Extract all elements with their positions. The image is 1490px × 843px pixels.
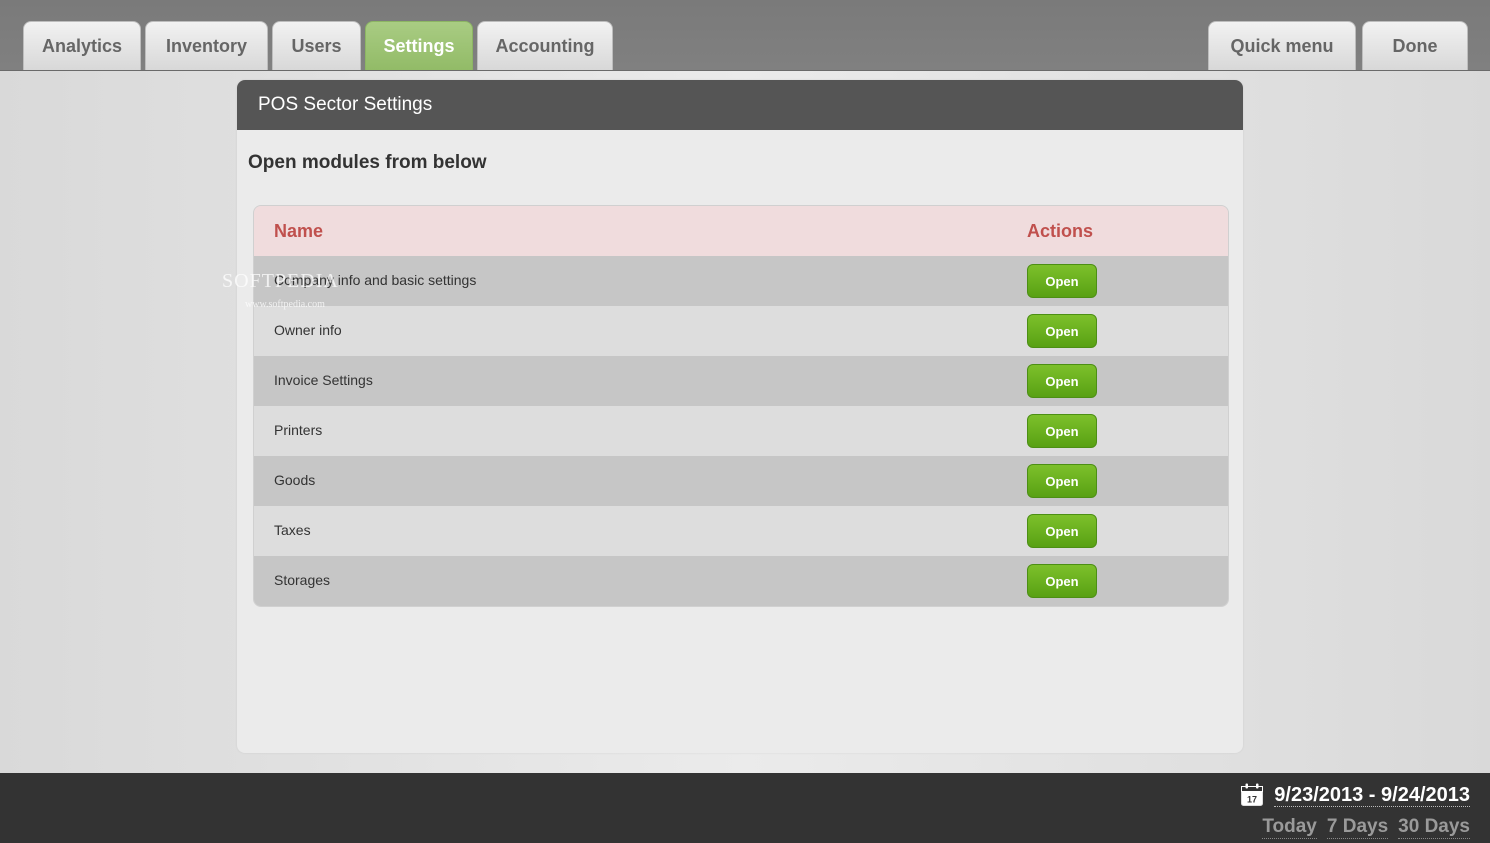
tab-settings[interactable]: Settings [365, 21, 473, 70]
modules-table: Name Actions Company info and basic sett… [253, 205, 1229, 607]
module-name: Company info and basic settings [274, 272, 477, 288]
settings-panel: POS Sector Settings Open modules from be… [237, 80, 1243, 753]
calendar-day: 17 [1247, 795, 1257, 805]
table-body: Company info and basic settings Open Own… [254, 256, 1228, 606]
date-range-picker[interactable]: 17 9/23/2013 - 9/24/2013 [1240, 783, 1470, 807]
table-row: Invoice Settings Open [254, 356, 1228, 406]
module-name: Printers [274, 422, 323, 438]
open-button-goods[interactable]: Open [1027, 464, 1097, 498]
module-name: Storages [274, 572, 331, 588]
table-row: Taxes Open [254, 506, 1228, 556]
open-button-owner-info[interactable]: Open [1027, 314, 1097, 348]
table-row: Storages Open [254, 556, 1228, 606]
tab-accounting[interactable]: Accounting [477, 21, 613, 70]
table-row: Owner info Open [254, 306, 1228, 356]
preset-today[interactable]: Today [1262, 816, 1317, 839]
open-button-printers[interactable]: Open [1027, 414, 1097, 448]
module-name: Goods [274, 472, 316, 488]
preset-7-days[interactable]: 7 Days [1326, 816, 1389, 839]
preset-30-days[interactable]: 30 Days [1398, 816, 1470, 839]
done-button[interactable]: Done [1362, 21, 1468, 70]
panel-title: POS Sector Settings [237, 80, 1243, 130]
module-name: Taxes [274, 522, 311, 538]
panel-subtitle: Open modules from below [248, 152, 487, 173]
table-row: Company info and basic settings Open [254, 256, 1228, 306]
column-header-actions: Actions [1027, 221, 1094, 241]
module-name: Invoice Settings [274, 372, 373, 388]
open-button-storages[interactable]: Open [1027, 564, 1097, 598]
column-header-name: Name [274, 221, 324, 241]
date-presets: Today 7 Days 30 Days [1262, 816, 1470, 839]
tab-users[interactable]: Users [272, 21, 361, 70]
table-row: Printers Open [254, 406, 1228, 456]
table-header: Name Actions [254, 206, 1228, 256]
open-button-invoice-settings[interactable]: Open [1027, 364, 1097, 398]
open-button-taxes[interactable]: Open [1027, 514, 1097, 548]
tab-analytics[interactable]: Analytics [23, 21, 141, 70]
date-range-text[interactable]: 9/23/2013 - 9/24/2013 [1274, 784, 1470, 807]
top-tab-bar: Analytics Inventory Users Settings Accou… [0, 0, 1490, 71]
footer-bar: 17 9/23/2013 - 9/24/2013 Today 7 Days 30… [0, 773, 1490, 843]
table-row: Goods Open [254, 456, 1228, 506]
quick-menu-button[interactable]: Quick menu [1208, 21, 1356, 70]
module-name: Owner info [274, 322, 342, 338]
tab-inventory[interactable]: Inventory [145, 21, 268, 70]
calendar-icon[interactable]: 17 [1240, 783, 1264, 807]
open-button-company-info[interactable]: Open [1027, 264, 1097, 298]
